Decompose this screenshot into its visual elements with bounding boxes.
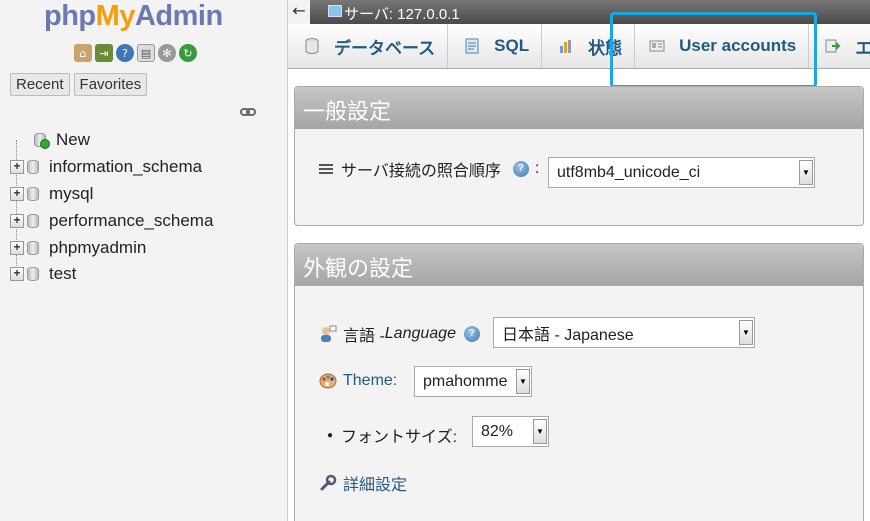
more-settings-link[interactable]: 詳細設定 [343, 471, 407, 495]
wrench-icon [320, 474, 337, 491]
user-accounts-highlight-box [610, 12, 817, 88]
chevron-down-icon: ▼ [516, 369, 530, 394]
nav-tabs: Recent Favorites [10, 73, 148, 96]
collation-label: サーバ接続の照合順序 [341, 163, 501, 180]
tree-item-new[interactable]: New [10, 129, 90, 151]
tree-item-information-schema[interactable]: + information_schema [10, 156, 202, 178]
font-size-label: フォントサイズ: [341, 429, 458, 446]
status-icon [560, 40, 572, 53]
language-select[interactable]: 日本語 - Japanese ▼ [493, 317, 755, 348]
home-icon[interactable]: ⌂ [74, 44, 92, 62]
appearance-settings-panel: 外観の設定 言語 - Language ? 日本語 - Japanese ▼ T… [294, 243, 864, 521]
tab-sql[interactable]: SQL [448, 24, 543, 68]
theme-value: pmahomme [423, 372, 508, 390]
expand-icon[interactable]: + [10, 187, 24, 201]
expand-icon[interactable]: + [10, 214, 24, 228]
expand-icon[interactable]: + [10, 267, 24, 281]
database-icon [305, 38, 319, 54]
exit-icon[interactable]: ⇥ [95, 44, 113, 62]
panel-title: 外観の設定 [295, 244, 863, 286]
tab-export[interactable]: エク [809, 24, 870, 68]
tab-favorites[interactable]: Favorites [73, 73, 148, 96]
collation-value: utf8mb4_unicode_ci [557, 163, 701, 181]
database-icon [27, 241, 39, 255]
tree-item-performance-schema[interactable]: + performance_schema [10, 210, 213, 232]
expand-icon[interactable]: + [10, 241, 24, 255]
collapse-nav-button[interactable]: ← [288, 0, 310, 24]
font-size-row: ● フォントサイズ: [327, 423, 457, 447]
phpmyadmin-logo[interactable]: phpMyAdmin [44, 0, 223, 33]
tree-label: information_schema [49, 157, 203, 176]
tree-label: mysql [49, 184, 94, 203]
help-icon[interactable]: ? [512, 161, 529, 177]
font-size-value: 82% [481, 422, 514, 440]
collation-row: サーバ接続の照合順序 ? : [319, 157, 539, 181]
tree-label: performance_schema [49, 211, 214, 230]
panel-title: 一般設定 [295, 87, 863, 129]
chevron-down-icon: ▼ [533, 419, 547, 444]
reload-icon[interactable]: ↻ [179, 44, 197, 62]
chevron-down-icon: ▼ [739, 320, 753, 345]
colon: : [534, 160, 540, 177]
list-icon [319, 164, 333, 174]
server-breadcrumb[interactable]: サーバ: 127.0.0.1 [344, 3, 460, 24]
docs-icon[interactable]: ▤ [137, 44, 155, 62]
palette-icon [319, 373, 337, 389]
tree-label: New [56, 130, 91, 149]
tree-label: test [49, 264, 77, 283]
more-settings-row: 詳細設定 [319, 471, 407, 495]
language-row: 言語 - Language ? [319, 322, 480, 346]
settings-icon[interactable]: ✻ [158, 44, 176, 62]
help-icon[interactable]: ? [463, 326, 480, 342]
expand-icon[interactable]: + [10, 160, 24, 174]
tab-databases[interactable]: データベース [288, 24, 449, 68]
database-icon [27, 187, 39, 201]
server-icon [328, 5, 342, 17]
tab-recent[interactable]: Recent [10, 73, 70, 96]
language-icon [321, 325, 337, 342]
sql-icon [465, 38, 479, 54]
chevron-down-icon: ▼ [799, 160, 813, 185]
bullet-icon: ● [327, 429, 334, 441]
theme-row: Theme: [319, 372, 397, 390]
general-settings-panel: 一般設定 サーバ接続の照合順序 ? : utf8mb4_unicode_ci ▼ [294, 86, 864, 226]
help-icon[interactable]: ? [116, 44, 134, 62]
font-size-select[interactable]: 82% ▼ [472, 416, 549, 447]
tree-item-test[interactable]: + test [10, 263, 76, 285]
tree-label: phpmyadmin [49, 238, 147, 257]
theme-link[interactable]: Theme: [343, 372, 397, 390]
language-value: 日本語 - Japanese [502, 326, 634, 344]
collation-select[interactable]: utf8mb4_unicode_ci ▼ [548, 157, 815, 188]
language-label-en: Language [384, 325, 456, 342]
export-icon [825, 39, 841, 53]
database-icon [27, 267, 39, 281]
link-with-main-panel-icon[interactable] [240, 107, 256, 117]
tree-item-phpmyadmin[interactable]: + phpmyadmin [10, 237, 146, 259]
database-icon [27, 160, 39, 174]
language-label: 言語 - [343, 328, 385, 345]
nav-icon-bar: ⌂ ⇥ ? ▤ ✻ ↻ [74, 44, 197, 62]
navigation-panel: phpMyAdmin ⌂ ⇥ ? ▤ ✻ ↻ Recent Favorites … [0, 0, 288, 521]
database-icon [27, 214, 39, 228]
new-database-icon [34, 133, 50, 149]
theme-select[interactable]: pmahomme ▼ [414, 366, 532, 397]
tree-item-mysql[interactable]: + mysql [10, 183, 93, 205]
